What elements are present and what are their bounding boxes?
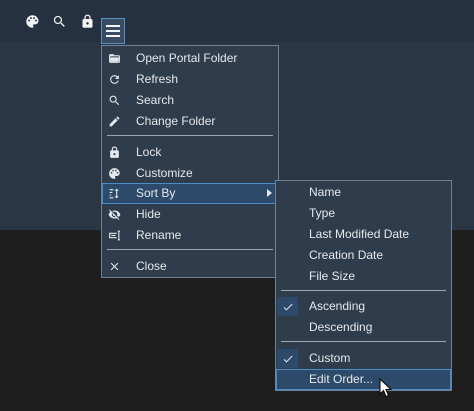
menu-item-customize[interactable]: Customize	[102, 163, 278, 184]
menu-item-rename[interactable]: Rename	[102, 225, 278, 246]
menu-item-label: Type	[309, 206, 336, 220]
menu-item-label: Edit Order...	[309, 372, 374, 386]
menu-item-label: Sort By	[136, 186, 176, 200]
menu-item-label: File Size	[309, 269, 356, 283]
portal-context-menu: Open Portal Folder Refresh Search Change…	[101, 45, 279, 278]
menu-item-label: Creation Date	[309, 248, 384, 262]
pencil-icon	[107, 114, 122, 129]
menu-separator	[281, 290, 446, 291]
sort-option-type[interactable]: Type	[276, 203, 451, 224]
menu-item-label: Close	[136, 259, 167, 273]
checkmark-icon	[277, 297, 298, 316]
menu-item-label: Descending	[309, 320, 373, 334]
menu-item-label: Rename	[136, 228, 182, 242]
menu-item-label: Change Folder	[136, 114, 216, 128]
close-icon	[107, 259, 122, 274]
sort-option-custom[interactable]: Custom	[276, 348, 451, 369]
sort-option-ascending[interactable]: Ascending	[276, 296, 451, 317]
menu-item-label: Customize	[136, 166, 193, 180]
menu-item-label: Refresh	[136, 72, 179, 86]
menu-item-refresh[interactable]: Refresh	[102, 69, 278, 90]
menu-separator	[107, 249, 273, 250]
menu-item-label: Search	[136, 93, 175, 107]
menu-item-label: Name	[309, 185, 342, 199]
menu-item-label: Last Modified Date	[309, 227, 410, 241]
eye-off-icon	[107, 207, 122, 222]
palette-icon	[107, 166, 122, 181]
menu-item-label: Lock	[136, 145, 162, 159]
lock-icon	[107, 145, 122, 160]
screen: Open Portal Folder Refresh Search Change…	[0, 0, 474, 411]
sort-option-creation-date[interactable]: Creation Date	[276, 245, 451, 266]
menu-separator	[281, 341, 446, 342]
search-icon[interactable]	[49, 11, 69, 31]
sort-option-edit-order[interactable]: Edit Order...	[276, 369, 451, 390]
menu-item-lock[interactable]: Lock	[102, 142, 278, 163]
refresh-icon	[107, 72, 122, 87]
submenu-arrow-icon	[267, 189, 272, 197]
hamburger-menu-button[interactable]	[101, 18, 125, 44]
menu-item-change-folder[interactable]: Change Folder	[102, 111, 278, 132]
menu-item-open-portal-folder[interactable]: Open Portal Folder	[102, 48, 278, 69]
palette-icon[interactable]	[22, 11, 42, 31]
menu-item-label: Custom	[309, 351, 351, 365]
menu-item-hide[interactable]: Hide	[102, 204, 278, 225]
folder-open-icon	[107, 51, 122, 66]
rename-icon	[107, 228, 122, 243]
portal-header	[0, 0, 474, 44]
sort-by-submenu: Name Type Last Modified Date Creation Da…	[275, 180, 452, 391]
sort-option-name[interactable]: Name	[276, 182, 451, 203]
checkmark-icon	[277, 349, 298, 368]
menu-item-label: Open Portal Folder	[136, 51, 238, 65]
menu-item-close[interactable]: Close	[102, 256, 278, 277]
sort-option-file-size[interactable]: File Size	[276, 266, 451, 287]
hamburger-menu-icon	[106, 25, 120, 37]
menu-item-search[interactable]: Search	[102, 90, 278, 111]
menu-item-label: Ascending	[309, 299, 366, 313]
mouse-cursor-icon	[379, 378, 393, 398]
lock-icon[interactable]	[77, 11, 97, 31]
sort-option-last-modified-date[interactable]: Last Modified Date	[276, 224, 451, 245]
menu-item-label: Hide	[136, 207, 161, 221]
sort-option-descending[interactable]: Descending	[276, 317, 451, 338]
menu-item-sort-by[interactable]: Sort By	[102, 183, 278, 204]
search-icon	[107, 93, 122, 108]
menu-separator	[107, 135, 273, 136]
sort-icon	[107, 186, 122, 201]
